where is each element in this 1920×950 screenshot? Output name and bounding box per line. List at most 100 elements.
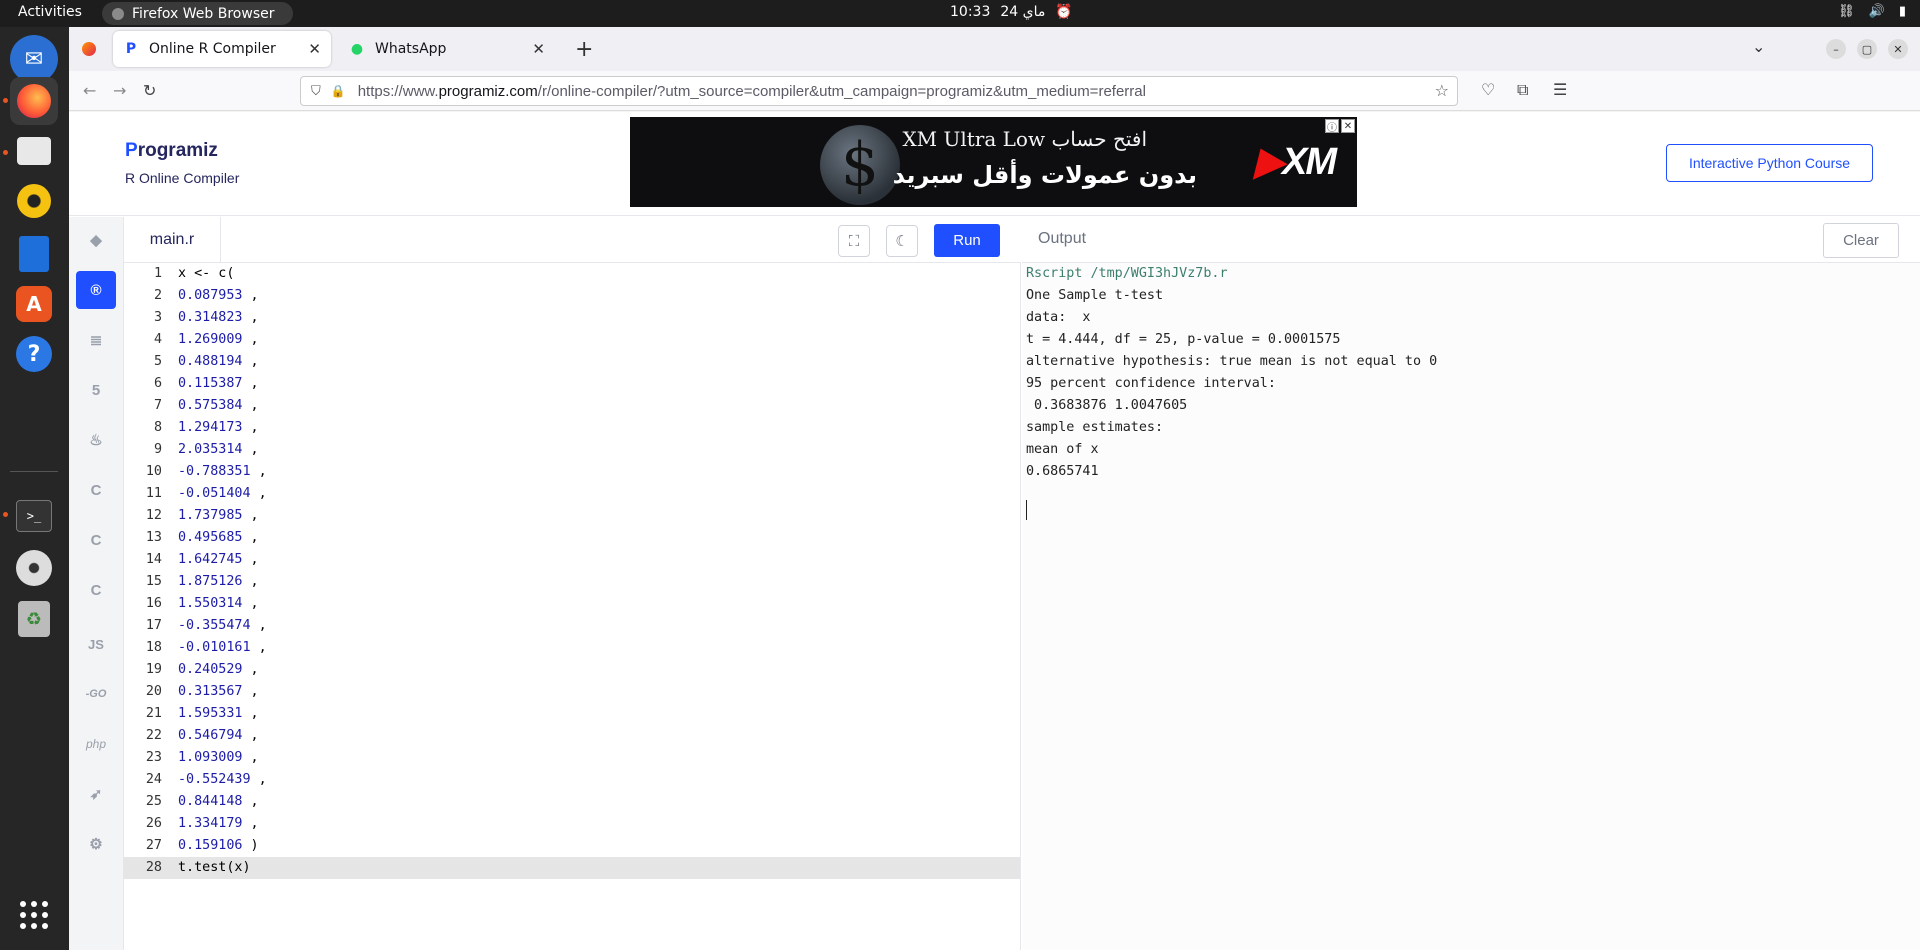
firefox-icon[interactable] [10, 77, 58, 125]
code-line[interactable]: 2 0.087953 , [124, 285, 1020, 307]
code-text: 1.737985 , [178, 508, 259, 523]
code-text: 1.550314 , [178, 596, 259, 611]
site-header: Programiz R Online Compiler $ XM Ultra L… [69, 112, 1920, 216]
file-tab-main-r[interactable]: main.r [124, 217, 221, 263]
compiler-subtitle: R Online Compiler [125, 170, 240, 186]
code-line[interactable]: 21 1.595331 , [124, 703, 1020, 725]
rust-icon[interactable]: ⚙ [76, 825, 116, 863]
tracking-protection-shield-icon[interactable]: ⛉ [311, 84, 321, 99]
swift-icon[interactable]: ➶ [76, 775, 116, 813]
list-tabs-chevron-icon[interactable]: ⌄ [1752, 37, 1765, 56]
code-line[interactable]: 16 1.550314 , [124, 593, 1020, 615]
code-line[interactable]: 28 t.test(x) [124, 857, 1020, 879]
pocket-icon[interactable]: ♡ [1481, 80, 1495, 99]
activities-button[interactable]: Activities [18, 4, 82, 20]
output-console[interactable]: Rscript /tmp/WGI3hJVz7b.r One Sample t-te… [1022, 263, 1920, 950]
code-line[interactable]: 4 1.269009 , [124, 329, 1020, 351]
code-line[interactable]: 6 0.115387 , [124, 373, 1020, 395]
code-line[interactable]: 26 1.334179 , [124, 813, 1020, 835]
csharp-icon[interactable]: C [76, 571, 116, 609]
writer-icon[interactable] [10, 230, 58, 278]
code-line[interactable]: 24 -0.552439 , [124, 769, 1020, 791]
maximize-icon[interactable]: ▢ [1857, 39, 1877, 59]
r-icon[interactable]: ® [76, 271, 116, 309]
code-line[interactable]: 19 0.240529 , [124, 659, 1020, 681]
back-icon[interactable]: ← [83, 81, 96, 100]
ad-info-icon[interactable]: ⓘ [1325, 119, 1339, 134]
files-icon[interactable] [10, 127, 58, 175]
firefox-view-icon[interactable] [82, 42, 96, 56]
code-line[interactable]: 17 -0.355474 , [124, 615, 1020, 637]
code-line[interactable]: 23 1.093009 , [124, 747, 1020, 769]
code-line[interactable]: 20 0.313567 , [124, 681, 1020, 703]
app-grid-icon[interactable] [10, 891, 58, 939]
code-line[interactable]: 18 -0.010161 , [124, 637, 1020, 659]
code-text: 0.488194 , [178, 354, 259, 369]
fullscreen-icon[interactable]: ⛶ [838, 225, 870, 257]
url-text: https://www.programiz.com/r/online-compi… [357, 82, 1146, 100]
code-text: -0.552439 , [178, 772, 267, 787]
clock-time: 10:33 [950, 4, 991, 20]
extensions-icon[interactable]: ⧉ [1517, 80, 1528, 100]
code-line[interactable]: 12 1.737985 , [124, 505, 1020, 527]
forward-icon[interactable]: → [113, 81, 126, 100]
dark-mode-moon-icon[interactable]: ☾ [886, 225, 918, 257]
advertisement-banner[interactable]: $ XM Ultra Low افتح حساب بدون عمولات وأق… [630, 117, 1357, 207]
app-name: Firefox Web Browser [132, 5, 275, 22]
url-bar[interactable]: ⛉ 🔒 https://www.programiz.com/r/online-c… [300, 76, 1458, 106]
code-line[interactable]: 1 x <- c( [124, 263, 1020, 285]
javascript-icon[interactable]: JS [76, 625, 116, 663]
code-line[interactable]: 22 0.546794 , [124, 725, 1020, 747]
c-icon[interactable]: C [76, 471, 116, 509]
tab-online-r-compiler[interactable]: P Online R Compiler ✕ [113, 31, 331, 67]
java-icon[interactable]: ♨ [76, 421, 116, 459]
code-line[interactable]: 25 0.844148 , [124, 791, 1020, 813]
code-line[interactable]: 27 0.159106 ) [124, 835, 1020, 857]
code-line[interactable]: 13 0.495685 , [124, 527, 1020, 549]
cpp-icon[interactable]: C [76, 521, 116, 559]
reload-icon[interactable]: ↻ [143, 81, 156, 100]
minimize-icon[interactable]: – [1826, 39, 1846, 59]
clock[interactable]: 10:33 ماي 24 ⏰ [950, 4, 1073, 20]
new-tab-icon[interactable]: + [575, 37, 593, 62]
ad-close-icon[interactable]: ✕ [1341, 119, 1355, 133]
close-tab-icon[interactable]: ✕ [532, 40, 545, 58]
programiz-logo[interactable]: Programiz [125, 140, 218, 162]
trash-icon[interactable]: ♻ [10, 595, 58, 643]
code-line[interactable]: 7 0.575384 , [124, 395, 1020, 417]
code-editor[interactable]: 1 x <- c(2 0.087953 , 3 0.314823 , 4 1.269009 … [124, 263, 1021, 950]
help-icon[interactable]: ? [10, 330, 58, 378]
close-window-icon[interactable]: ✕ [1888, 39, 1908, 59]
code-text: 0.087953 , [178, 288, 259, 303]
code-line[interactable]: 9 2.035314 , [124, 439, 1020, 461]
thunderbird-icon[interactable]: ✉ [10, 35, 58, 83]
code-line[interactable]: 11 -0.051404 , [124, 483, 1020, 505]
sql-database-icon[interactable]: ≣ [76, 321, 116, 359]
terminal-icon[interactable]: >_ [10, 492, 58, 540]
run-button[interactable]: Run [934, 224, 1000, 257]
code-line[interactable]: 10 -0.788351 , [124, 461, 1020, 483]
lock-icon[interactable]: 🔒 [331, 84, 346, 98]
menu-icon[interactable]: ☰ [1553, 80, 1567, 99]
code-line[interactable]: 5 0.488194 , [124, 351, 1020, 373]
html5-icon[interactable]: 5 [76, 371, 116, 409]
bookmark-star-icon[interactable]: ☆ [1435, 81, 1449, 100]
app-center-icon[interactable]: A [10, 280, 58, 328]
code-line[interactable]: 15 1.875126 , [124, 571, 1020, 593]
close-tab-icon[interactable]: ✕ [308, 40, 321, 58]
code-text: 1.269009 , [178, 332, 259, 347]
go-icon[interactable]: -GO [76, 675, 116, 713]
code-line[interactable]: 3 0.314823 , [124, 307, 1020, 329]
code-line[interactable]: 14 1.642745 , [124, 549, 1020, 571]
python-icon[interactable]: ◆ [76, 221, 116, 259]
system-tray[interactable]: ⛓ 🔊 ▮ [1838, 4, 1906, 19]
rhythmbox-icon[interactable] [10, 177, 58, 225]
disc-icon[interactable] [10, 544, 58, 592]
interactive-python-course-button[interactable]: Interactive Python Course [1666, 144, 1873, 182]
output-line: mean of x [1026, 442, 1099, 457]
php-icon[interactable]: php [76, 725, 116, 763]
tab-whatsapp[interactable]: ● WhatsApp ✕ [339, 31, 555, 67]
app-menu[interactable]: Firefox Web Browser [102, 2, 293, 25]
clear-button[interactable]: Clear [1823, 223, 1899, 258]
code-line[interactable]: 8 1.294173 , [124, 417, 1020, 439]
